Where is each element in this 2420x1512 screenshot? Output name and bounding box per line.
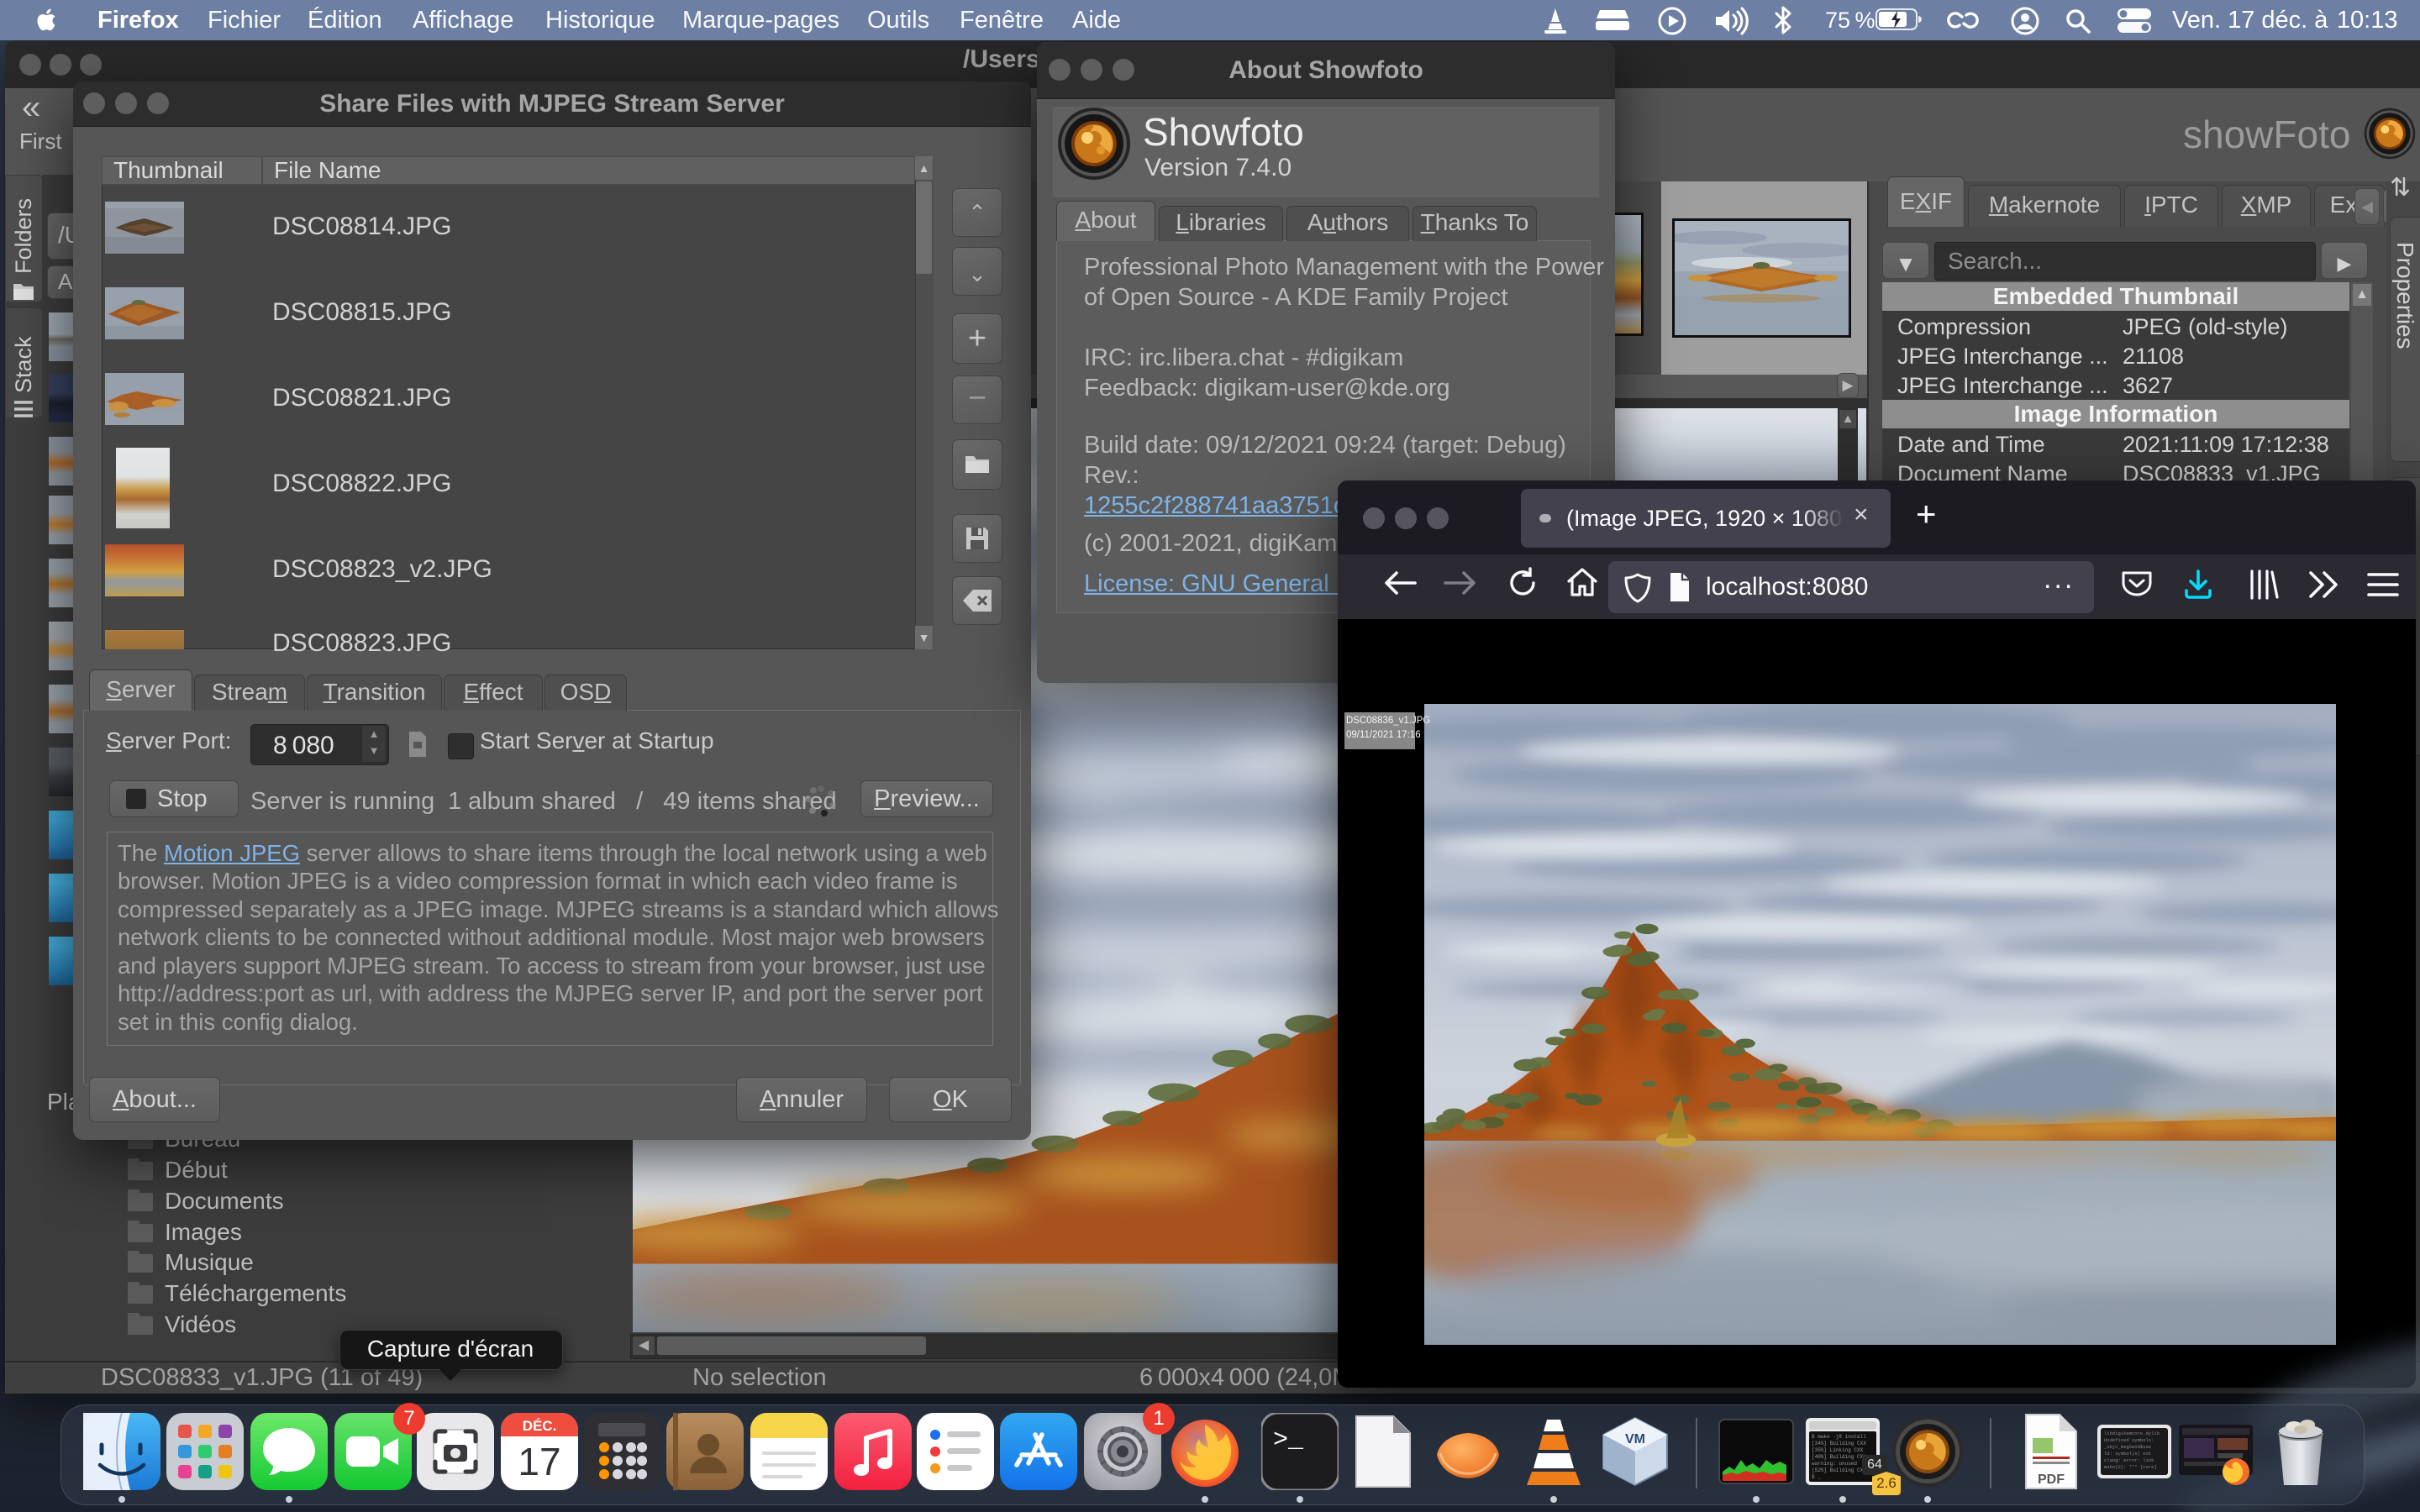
svg-text:17: 17 bbox=[518, 1440, 560, 1483]
svg-text:PDF: PDF bbox=[2038, 1473, 2065, 1487]
svg-text:ld: symbol(s) not: ld: symbol(s) not bbox=[2104, 1451, 2151, 1457]
svg-text:Undefined symbols:: Undefined symbols: bbox=[2104, 1437, 2154, 1443]
svg-text:[52%] Building CXX: [52%] Building CXX bbox=[1812, 1467, 1866, 1473]
svg-text:[40%] Building CXX: [40%] Building CXX bbox=[1812, 1454, 1866, 1460]
svg-text:clang: error: link: clang: error: link bbox=[2104, 1457, 2154, 1463]
svg-text:>_: >_ bbox=[1273, 1426, 1304, 1455]
svg-text:[34%] Building CXX: [34%] Building CXX bbox=[1812, 1441, 1866, 1446]
svg-text:$ make -j8 install: $ make -j8 install bbox=[1812, 1434, 1866, 1440]
svg-text:[35%] Linking CXX: [35%] Linking CXX bbox=[1812, 1447, 1864, 1453]
svg-text:libdigikamcore.dylib: libdigikamcore.dylib bbox=[2104, 1431, 2160, 1436]
svg-text:_objc_msgSend$use: _objc_msgSend$use bbox=[2103, 1444, 2151, 1450]
svg-text:DÉC.: DÉC. bbox=[523, 1418, 557, 1434]
svg-text:make[2]: *** [core]: make[2]: *** [core] bbox=[2104, 1464, 2157, 1470]
svg-text:$ _: $ _ bbox=[1812, 1474, 1821, 1480]
svg-text:VM: VM bbox=[1625, 1432, 1645, 1446]
svg-text:warning: unused: warning: unused bbox=[1812, 1461, 1857, 1467]
